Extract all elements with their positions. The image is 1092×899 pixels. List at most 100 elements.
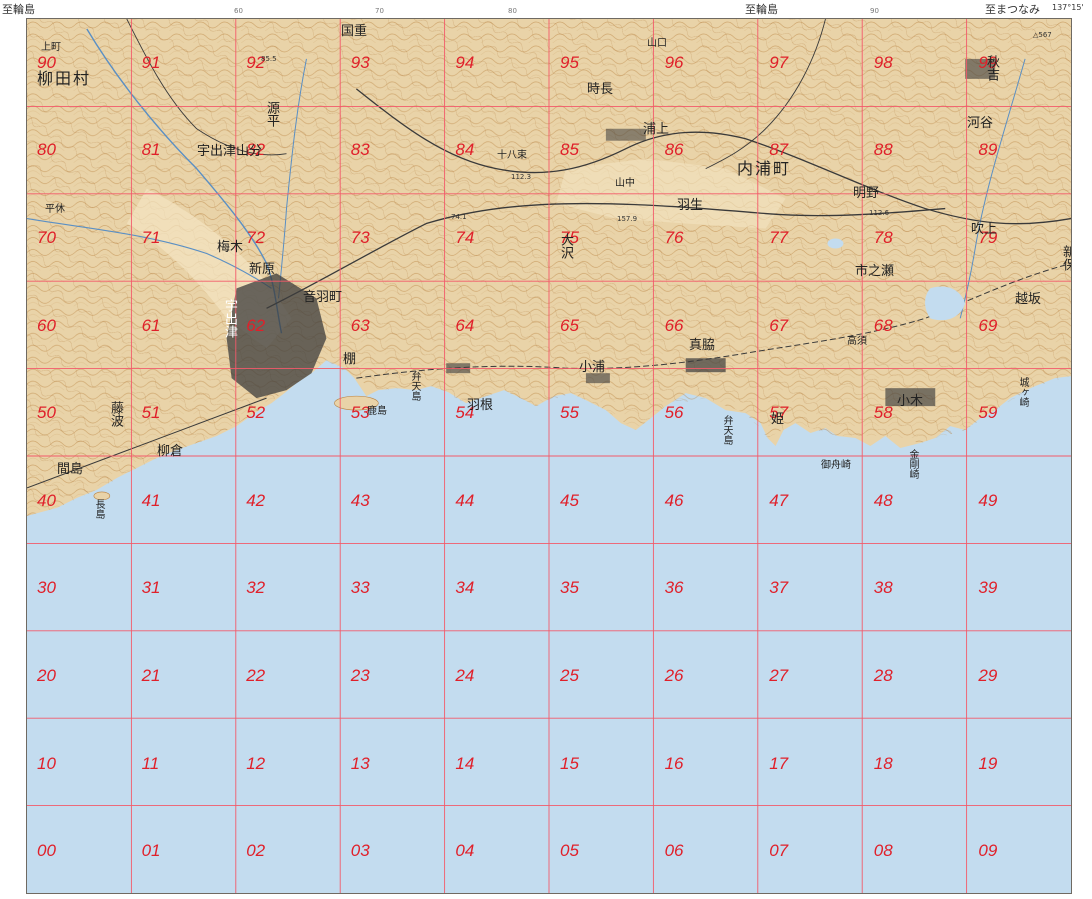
benchmark-label: △567 [1033,31,1052,39]
place-kawaya: 河谷 [967,116,994,131]
place-umeki: 梅木 [217,240,244,255]
place-ushitsu: 宇出津 [222,299,237,338]
grid-cell-label: 48 [873,490,893,510]
grid-cell-label: 87 [769,140,789,160]
grid-cell-label: 13 [350,753,370,773]
place-sadawaki: 真脇 [689,338,716,353]
grid-cell-label: 22 [246,666,266,685]
grid-cell-label: 21 [141,666,161,685]
grid-cell-label: 38 [873,578,893,598]
place-minamotodaira: 源平 [264,101,279,127]
grid-cell-label: 43 [350,490,370,510]
place-akimiya: 秋吉 [984,55,999,81]
place-fujinami: 藤波 [108,401,123,427]
grid-cell-label: 37 [769,578,789,598]
place-fukiage: 吹上 [971,222,998,237]
place-benten: 弁天島 [409,371,420,401]
grid-cell-label: 91 [141,52,161,72]
grid-cell-label: 03 [350,841,370,861]
place-yamaguchi: 山口 [647,38,667,49]
place-kunishige: 国重 [341,24,368,39]
grid-cell-label: 45 [560,490,579,510]
place-uchiura-machi: 内浦町 [737,159,792,178]
place-yanagura: 柳倉 [157,444,184,459]
grid-cell-label: 59 [978,403,998,423]
place-asano: 明野 [853,186,880,201]
grid-cell-label: 49 [978,490,998,510]
grid-cell-label: 78 [873,228,893,247]
grid-cell-label: 19 [978,753,998,773]
grid-cell-label: 09 [978,841,998,861]
place-kushihama: 姫 [771,412,785,427]
grid-cell-label: 01 [141,841,161,861]
place-tokinaga: 時長 [587,82,614,97]
grid-cell-label: 55 [560,403,579,423]
edge-tick: 70 [375,7,384,15]
place-shirogazaki: 城ヶ崎 [1017,377,1028,407]
place-tsubajima: 鹿島 [367,406,387,417]
grid-cell-label: 70 [37,228,56,247]
grid-cell-label: 58 [873,403,893,423]
grid-cell-label: 66 [664,315,684,335]
grid-cell-label: 63 [350,315,370,335]
place-koura: 小浦 [579,360,606,375]
place-tohomachi: 棚 [343,352,357,367]
grid-cell-label: 64 [455,315,475,335]
grid-cell-label: 07 [769,841,789,861]
grid-cell-label: 68 [873,315,893,335]
grid-cell-label: 85 [560,140,579,160]
grid-cell-label: 06 [664,841,684,861]
label-to-wajima-center: 至輪島 [745,3,778,16]
grid-cell-label: 42 [246,490,266,510]
edge-tick: 60 [234,7,243,15]
place-urakami: 浦上 [643,122,670,137]
topographic-map[interactable]: 90 91 92 93 94 95 96 97 98 99 80 81 82 83 84 85 86 87 88 89… [26,18,1072,894]
grid-cell-label: 71 [141,228,161,247]
grid-cell-label: 10 [37,753,56,773]
grid-cell-label: 76 [664,228,684,247]
grid-cell-label: 11 [141,753,160,773]
grid-cell-label: 24 [455,666,475,685]
grid-cell-label: 26 [664,666,684,685]
grid-cell-label: 95 [560,52,579,72]
settlement-block [605,128,646,141]
place-otowa-machi: 音羽町 [303,290,343,305]
spot-height: 157.9 [617,215,638,223]
grid-cell-label: 62 [246,315,266,335]
grid-cell-label: 40 [37,490,56,510]
grid-cell-label: 72 [246,228,266,247]
grid-cell-label: 74 [455,228,475,247]
grid-cell-label: 27 [769,666,789,685]
place-ichinose: 市之瀬 [855,264,895,279]
grid-cell-label: 16 [664,753,684,773]
grid-cell-label: 47 [769,490,789,510]
settlement-block [685,358,726,373]
place-hane: 羽根 [467,398,494,413]
place-shinbo: 新保 [1060,245,1072,271]
grid-cell-label: 50 [37,403,56,423]
grid-cell-label: 97 [769,52,789,72]
grid-cell-label: 00 [37,841,56,861]
grid-cell-label: 41 [141,490,161,510]
grid-cell-label: 18 [873,753,893,773]
grid-cell-label: 65 [560,315,579,335]
grid-cell-label: 52 [246,403,266,423]
grid-cell-label: 96 [664,52,684,72]
spot-height: 112.6 [869,209,890,217]
grid-cell-label: 81 [141,140,161,160]
spot-height: 112.3 [511,173,532,181]
grid-cell-label: 25 [560,666,579,685]
grid-cell-label: 31 [141,578,161,598]
grid-cell-label: 35 [560,578,579,598]
grid-cell-label: 77 [769,228,789,247]
place-shinbara: 新原 [249,262,276,277]
longitude-label: 137°15' [1052,3,1084,12]
grid-cell-label: 33 [350,578,370,598]
place-osawa: 大沢 [558,233,573,259]
place-ushitsu-yamabun: 宇出津山分 [197,144,263,159]
spot-height: 74.1 [451,213,467,221]
grid-cell-label: 32 [246,578,266,598]
grid-cell-label: 05 [560,841,579,861]
grid-cell-label: 02 [246,841,266,861]
grid-cell-label: 73 [350,228,370,247]
